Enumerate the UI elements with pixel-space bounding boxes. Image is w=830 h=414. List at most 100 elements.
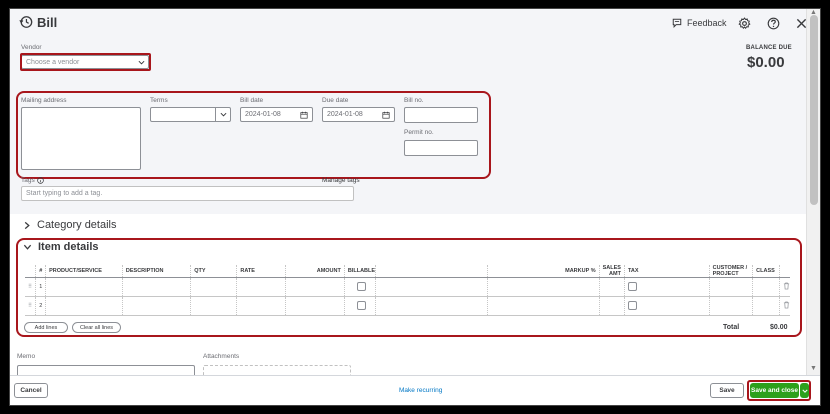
clear-all-lines-button[interactable]: Clear all lines — [72, 322, 121, 333]
permit-no-input[interactable] — [404, 140, 478, 156]
billable-checkbox[interactable] — [356, 281, 366, 291]
help-icon — [767, 17, 779, 29]
customer-project-cell[interactable] — [708, 277, 753, 297]
total-value: $0.00 — [770, 324, 788, 331]
table-row[interactable]: ⠿ 2 — [25, 296, 790, 316]
bill-no-input[interactable] — [404, 107, 478, 123]
col-header-actions — [779, 265, 790, 278]
settings-button[interactable] — [736, 15, 752, 31]
tax-cell — [623, 277, 710, 297]
cancel-button[interactable]: Cancel — [14, 383, 48, 398]
bill-date-input[interactable]: 2024-01-08 — [240, 107, 313, 122]
make-recurring-link[interactable]: Make recurring — [399, 387, 442, 394]
annotation-vendor — [20, 53, 151, 71]
sales-amt-cell[interactable] — [598, 296, 625, 316]
due-date-value: 2024-01-08 — [327, 111, 363, 118]
customer-project-cell[interactable] — [708, 296, 753, 316]
col-header-customer-project[interactable]: CUSTOMER / PROJECT — [708, 265, 753, 278]
category-details-title: Category details — [37, 219, 117, 231]
sales-amt-cell[interactable] — [598, 277, 625, 297]
history-icon[interactable] — [19, 15, 33, 29]
terms-dropdown-button[interactable] — [215, 108, 230, 121]
feedback-button[interactable]: Feedback — [672, 18, 727, 28]
manage-tags-link[interactable]: Manage tags — [322, 177, 360, 184]
vertical-scrollbar[interactable]: ▲ ▼ — [806, 9, 820, 375]
tax-checkbox[interactable] — [627, 281, 637, 291]
product-service-cell[interactable] — [45, 277, 123, 297]
chevron-down-icon — [23, 244, 32, 250]
bill-no-label: Bill no. — [404, 97, 424, 104]
tags-placeholder: Start typing to add a tag. — [26, 190, 103, 197]
close-icon — [796, 18, 806, 28]
add-lines-button[interactable]: Add lines — [24, 322, 68, 333]
col-header-product-service[interactable]: PRODUCT/SERVICE — [45, 265, 123, 278]
product-service-cell[interactable] — [45, 296, 123, 316]
help-button[interactable] — [765, 15, 781, 31]
description-cell[interactable] — [121, 296, 191, 316]
drag-col-header — [25, 265, 36, 278]
col-header-spacer — [375, 265, 488, 278]
markup-cell[interactable] — [486, 296, 600, 316]
rate-cell[interactable] — [236, 277, 286, 297]
feedback-label: Feedback — [687, 18, 727, 28]
page-title: Bill — [37, 15, 58, 30]
save-button[interactable]: Save — [710, 383, 744, 398]
qty-cell[interactable] — [190, 296, 237, 316]
col-header-tax[interactable]: TAX — [623, 265, 710, 278]
calendar-icon[interactable] — [300, 111, 308, 119]
col-header-amount[interactable]: AMOUNT — [284, 265, 345, 278]
col-header-sales-amt[interactable]: SALES AMT — [598, 265, 625, 278]
tags-input[interactable]: Start typing to add a tag. — [21, 186, 354, 201]
permit-no-label: Permit no. — [404, 129, 434, 136]
trash-icon[interactable] — [783, 282, 790, 290]
rate-cell[interactable] — [236, 296, 286, 316]
bill-window: Bill Feedback Vendor Choose a vendor BAL… — [9, 8, 821, 406]
drag-handle-icon[interactable]: ⠿ — [25, 296, 36, 316]
col-header-rate[interactable]: RATE — [236, 265, 286, 278]
row-number: 1 — [35, 277, 46, 297]
item-details-table: # PRODUCT/SERVICE DESCRIPTION QTY RATE A… — [25, 265, 790, 316]
col-header-class[interactable]: CLASS — [752, 265, 780, 278]
category-details-toggle[interactable]: Category details — [23, 219, 117, 231]
mailing-address-label: Mailing address — [21, 97, 67, 104]
table-row[interactable]: ⠿ 1 — [25, 277, 790, 297]
scroll-down-icon[interactable]: ▼ — [810, 365, 817, 372]
chevron-down-icon — [220, 112, 226, 117]
vendor-label: Vendor — [21, 44, 42, 51]
qty-cell[interactable] — [190, 277, 237, 297]
amount-cell[interactable] — [284, 296, 345, 316]
due-date-label: Due date — [322, 97, 349, 104]
amount-cell[interactable] — [284, 277, 345, 297]
tax-checkbox[interactable] — [627, 300, 637, 310]
balance-due-label: BALANCE DUE — [746, 45, 792, 51]
chevron-right-icon — [24, 221, 30, 229]
delete-cell — [779, 296, 790, 316]
class-cell[interactable] — [752, 277, 780, 297]
billable-cell — [343, 277, 376, 297]
calendar-icon[interactable] — [382, 111, 390, 119]
tax-cell — [623, 296, 710, 316]
item-details-title: Item details — [38, 241, 99, 253]
drag-handle-icon[interactable]: ⠿ — [25, 277, 36, 297]
mailing-address-input[interactable] — [21, 107, 141, 170]
markup-cell[interactable] — [486, 277, 600, 297]
class-cell[interactable] — [752, 296, 780, 316]
trash-icon[interactable] — [783, 301, 790, 309]
terms-select[interactable] — [150, 107, 231, 122]
row-number: 2 — [35, 296, 46, 316]
col-header-billable[interactable]: BILLABLE — [343, 265, 376, 278]
save-and-close-button[interactable]: Save and close — [750, 383, 799, 398]
spacer-cell — [375, 277, 488, 297]
save-options-button[interactable] — [800, 383, 809, 398]
col-header-markup[interactable]: MARKUP % — [486, 265, 600, 278]
bill-date-label: Bill date — [240, 97, 264, 104]
col-header-qty[interactable]: QTY — [190, 265, 237, 278]
col-header-description[interactable]: DESCRIPTION — [121, 265, 191, 278]
description-cell[interactable] — [121, 277, 191, 297]
due-date-input[interactable]: 2024-01-08 — [322, 107, 395, 122]
billable-checkbox[interactable] — [356, 300, 366, 310]
info-icon[interactable] — [36, 177, 44, 184]
scrollbar-thumb[interactable] — [810, 15, 818, 205]
total-label: Total — [723, 324, 740, 331]
item-details-toggle[interactable]: Item details — [23, 241, 99, 253]
